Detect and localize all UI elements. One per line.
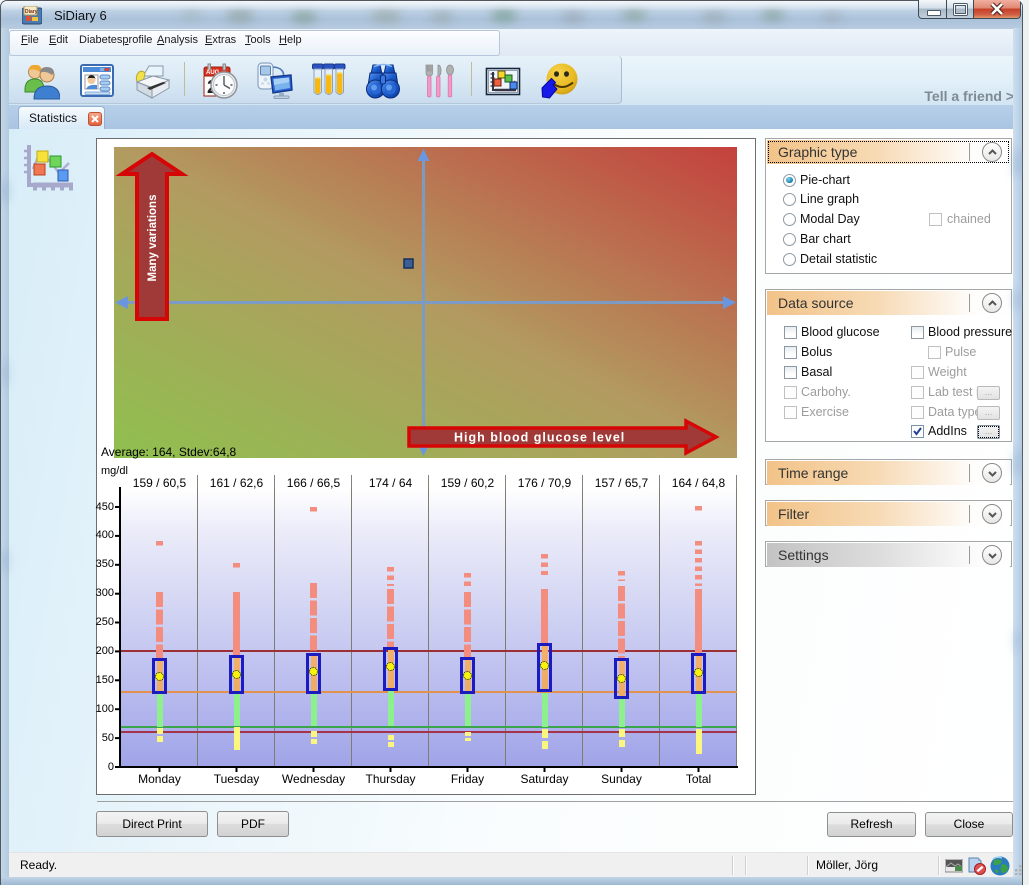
svg-text:High blood glucose level: High blood glucose level xyxy=(454,431,625,445)
svg-text:Many variations: Many variations xyxy=(147,195,159,282)
svg-text:Diary: Diary xyxy=(25,9,38,15)
